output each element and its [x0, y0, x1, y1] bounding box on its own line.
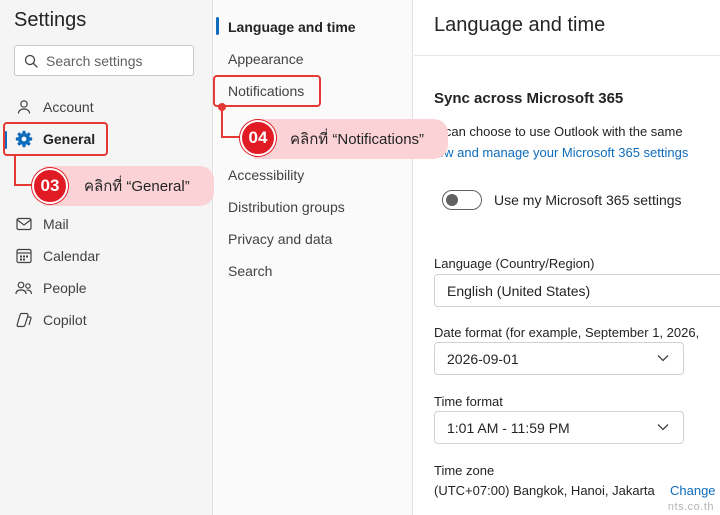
page-title: Language and time — [434, 14, 606, 36]
subnav-item-search[interactable]: Search — [228, 261, 272, 281]
callout-step-03: คลิกที่ “General” — [44, 166, 214, 206]
general-subnav: Language and time Appearance Notificatio… — [214, 0, 413, 515]
nav-item-label: People — [43, 280, 87, 296]
calendar-icon — [14, 246, 34, 266]
subnav-item-language-and-time[interactable]: Language and time — [228, 17, 356, 37]
settings-title: Settings — [14, 9, 87, 31]
timezone-label: Time zone — [434, 463, 495, 478]
language-dropdown[interactable]: English (United States) — [434, 274, 720, 307]
nav-item-label: Account — [43, 99, 94, 115]
nav-item-account[interactable]: Account — [14, 95, 94, 119]
gear-icon — [14, 129, 34, 149]
language-label: Language (Country/Region) — [434, 256, 595, 271]
m365-settings-toggle[interactable] — [442, 190, 482, 210]
search-input[interactable] — [46, 52, 186, 69]
callout-text: คลิกที่ “General” — [84, 178, 190, 195]
copilot-icon — [14, 310, 34, 330]
watermark: nts.co.th — [667, 501, 714, 513]
nav-item-general[interactable]: General — [14, 127, 95, 151]
nav-item-calendar[interactable]: Calendar — [14, 244, 100, 268]
nav-item-label: Calendar — [43, 248, 100, 264]
connector-dot — [218, 103, 226, 111]
subnav-item-notifications[interactable]: Notifications — [228, 81, 304, 101]
nav-item-label: General — [43, 131, 96, 147]
subnav-active-indicator — [216, 17, 219, 35]
date-format-value: 2026-09-01 — [447, 350, 519, 367]
callout-step-04: คลิกที่ “Notifications” — [254, 119, 448, 159]
subnav-item-appearance[interactable]: Appearance — [228, 49, 304, 69]
time-format-dropdown[interactable]: 1:01 AM - 11:59 PM — [434, 411, 684, 444]
nav-item-label: Copilot — [43, 312, 87, 328]
search-box[interactable] — [14, 45, 194, 76]
time-format-label: Time format — [434, 394, 503, 409]
timezone-value: (UTC+07:00) Bangkok, Hanoi, Jakarta — [434, 483, 655, 498]
callout-text: คลิกที่ “Notifications” — [290, 131, 425, 148]
step-badge-04: 04 — [240, 120, 276, 156]
subnav-item-accessibility[interactable]: Accessibility — [228, 165, 304, 185]
subnav-item-privacy-and-data[interactable]: Privacy and data — [228, 229, 332, 249]
date-format-label: Date format (for example, September 1, 2… — [434, 325, 700, 340]
nav-item-label: Mail — [43, 216, 69, 232]
settings-content: Language and time Sync across Microsoft … — [414, 0, 720, 515]
people-icon — [14, 278, 34, 298]
chevron-down-icon — [657, 355, 669, 362]
search-icon — [24, 54, 38, 68]
timezone-change-link[interactable]: Change — [670, 483, 716, 498]
nav-item-mail[interactable]: Mail — [14, 212, 69, 236]
sync-description: u can choose to use Outlook with the sam… — [434, 124, 683, 139]
manage-m365-settings-link[interactable]: iew and manage your Microsoft 365 settin… — [434, 145, 688, 160]
language-value: English (United States) — [447, 282, 591, 299]
toggle-label: Use my Microsoft 365 settings — [494, 192, 682, 208]
settings-sidebar: Settings Account — [0, 0, 213, 515]
toggle-knob — [446, 194, 458, 206]
divider — [414, 55, 720, 56]
active-indicator — [4, 131, 7, 149]
nav-item-people[interactable]: People — [14, 276, 87, 300]
section-title-sync: Sync across Microsoft 365 — [434, 90, 624, 107]
step-badge-03: 03 — [32, 168, 68, 204]
chevron-down-icon — [657, 424, 669, 431]
person-icon — [14, 97, 34, 117]
time-format-value: 1:01 AM - 11:59 PM — [447, 419, 570, 436]
nav-item-copilot[interactable]: Copilot — [14, 308, 87, 332]
date-format-dropdown[interactable]: 2026-09-01 — [434, 342, 684, 375]
mail-icon — [14, 214, 34, 234]
subnav-item-distribution-groups[interactable]: Distribution groups — [228, 197, 345, 217]
